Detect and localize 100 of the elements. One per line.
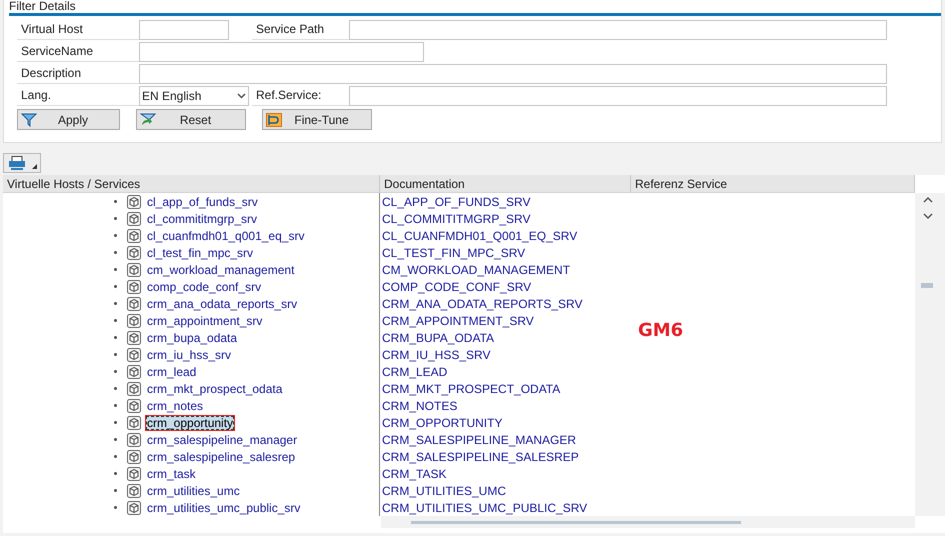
bullet-icon <box>114 302 117 305</box>
cube-icon <box>127 228 141 242</box>
service-tree-item[interactable]: crm_lead <box>145 364 198 380</box>
scroll-down-icon[interactable] <box>923 213 933 219</box>
cube-icon <box>127 416 141 430</box>
bullet-icon <box>114 404 117 407</box>
cube-icon <box>127 194 141 208</box>
filter-reset-icon <box>140 112 156 126</box>
table-cell: CRM_ANA_ODATA_REPORTS_SRV <box>382 296 583 310</box>
bullet-icon <box>114 455 117 458</box>
service-tree-item[interactable]: comp_code_conf_srv <box>145 278 264 294</box>
panel-title: Filter Details <box>9 0 77 13</box>
horizontal-scrollbar[interactable] <box>381 516 915 528</box>
input-field[interactable] <box>349 20 887 40</box>
input-field[interactable] <box>139 64 887 84</box>
table-cell: CRM_BUPA_ODATA <box>382 330 494 344</box>
fine-tune-icon <box>266 112 282 126</box>
service-tree-item[interactable]: crm_iu_hss_srv <box>145 346 234 362</box>
cube-icon <box>127 484 141 498</box>
bullet-icon <box>114 200 117 203</box>
cube-icon <box>127 398 141 412</box>
chevron-down-icon <box>237 93 246 99</box>
service-tree-item[interactable]: crm_appointment_srv <box>145 312 264 328</box>
service-tree-item[interactable]: crm_utilities_umc_public_srv <box>145 500 302 516</box>
bullet-icon <box>114 489 117 492</box>
bullet-icon <box>114 370 117 373</box>
bullet-icon <box>114 421 117 424</box>
service-tree-item[interactable]: crm_ana_odata_reports_srv <box>145 296 300 312</box>
table-cell: COMP_CODE_CONF_SRV <box>382 280 532 294</box>
bullet-icon <box>114 285 117 288</box>
service-tree-item[interactable]: crm_salespipeline_salesrep <box>145 448 298 464</box>
filter-button[interactable]: Fine-Tune <box>262 109 372 130</box>
annotation-label: GM6 <box>638 319 684 343</box>
service-tree-item[interactable]: crm_opportunity <box>145 414 236 430</box>
table-cell: CL_CUANFMDH01_Q001_EQ_SRV <box>382 228 578 242</box>
service-tree-item[interactable]: cl_commititmgrp_srv <box>145 210 260 226</box>
table-cell: CM_WORKLOAD_MANAGEMENT <box>382 262 570 276</box>
cube-icon <box>127 262 141 276</box>
cube-icon <box>127 364 141 378</box>
service-tree-item[interactable]: cm_workload_management <box>145 262 296 278</box>
bullet-icon <box>114 251 117 254</box>
service-tree-item[interactable]: crm_salespipeline_manager <box>145 432 300 448</box>
service-tree-item[interactable]: crm_utilities_umc <box>145 482 242 498</box>
cube-icon <box>127 432 141 446</box>
column-header[interactable]: Documentation <box>380 175 631 192</box>
cube-icon <box>127 348 141 362</box>
table-cell: CRM_NOTES <box>382 398 458 412</box>
service-tree-item[interactable]: crm_notes <box>145 398 206 414</box>
input-field[interactable] <box>349 86 887 106</box>
service-tree-item[interactable]: cl_app_of_funds_srv <box>145 194 260 210</box>
printer-icon <box>8 156 26 170</box>
column-header[interactable]: Virtuelle Hosts / Services <box>3 175 380 192</box>
service-tree-item[interactable]: cl_test_fin_mpc_srv <box>145 244 256 260</box>
cube-icon <box>127 500 141 514</box>
cube-icon <box>127 466 141 480</box>
filter-button[interactable]: Reset <box>136 109 246 130</box>
language-dropdown[interactable]: EN English <box>139 86 249 106</box>
table-cell: CRM_MKT_PROSPECT_ODATA <box>382 382 560 396</box>
scroll-up-icon[interactable] <box>923 197 933 203</box>
print-button[interactable] <box>3 153 41 173</box>
table-cell: CRM_SALESPIPELINE_SALESREP <box>382 450 579 464</box>
table-cell: CL_APP_OF_FUNDS_SRV <box>382 194 530 208</box>
bullet-icon <box>114 336 117 339</box>
bullet-icon <box>114 438 117 441</box>
dropdown-icon <box>32 164 37 168</box>
bullet-icon <box>114 234 117 237</box>
table-cell: CRM_TASK <box>382 466 446 480</box>
service-tree-item[interactable]: cl_cuanfmdh01_q001_eq_srv <box>145 228 306 244</box>
service-tree-item[interactable]: crm_mkt_prospect_odata <box>145 380 284 396</box>
bullet-icon <box>114 319 117 322</box>
bullet-icon <box>114 268 117 271</box>
table-cell: CRM_OPPORTUNITY <box>382 416 502 430</box>
cube-icon <box>127 314 141 328</box>
table-cell: CRM_IU_HSS_SRV <box>382 348 490 362</box>
input-field[interactable] <box>139 42 424 62</box>
bullet-icon <box>114 217 117 220</box>
filter-button[interactable]: Apply <box>17 109 120 130</box>
bullet-icon <box>114 506 117 509</box>
cube-icon <box>127 246 141 260</box>
scrollbar-thumb[interactable] <box>921 283 933 288</box>
table-cell: CRM_SALESPIPELINE_MANAGER <box>382 432 576 446</box>
table-cell: CRM_LEAD <box>382 364 448 378</box>
service-tree-item[interactable]: crm_bupa_odata <box>145 330 240 346</box>
bullet-icon <box>114 353 117 356</box>
scrollbar-thumb[interactable] <box>411 520 741 524</box>
cube-icon <box>127 280 141 294</box>
table-cell: CL_COMMITITMGRP_SRV <box>382 212 530 226</box>
cube-icon <box>127 382 141 396</box>
cube-icon <box>127 330 141 344</box>
cube-icon <box>127 212 141 226</box>
service-tree-item[interactable]: crm_task <box>145 466 198 482</box>
table-cell: CL_TEST_FIN_MPC_SRV <box>382 246 526 260</box>
cube-icon <box>127 450 141 464</box>
column-header[interactable]: Referenz Service <box>631 175 915 192</box>
cube-icon <box>127 296 141 310</box>
bullet-icon <box>114 387 117 390</box>
table-cell: CRM_UTILITIES_UMC_PUBLIC_SRV <box>382 500 588 514</box>
vertical-scrollbar[interactable] <box>915 193 945 516</box>
bullet-icon <box>114 472 117 475</box>
input-field[interactable] <box>139 20 229 40</box>
